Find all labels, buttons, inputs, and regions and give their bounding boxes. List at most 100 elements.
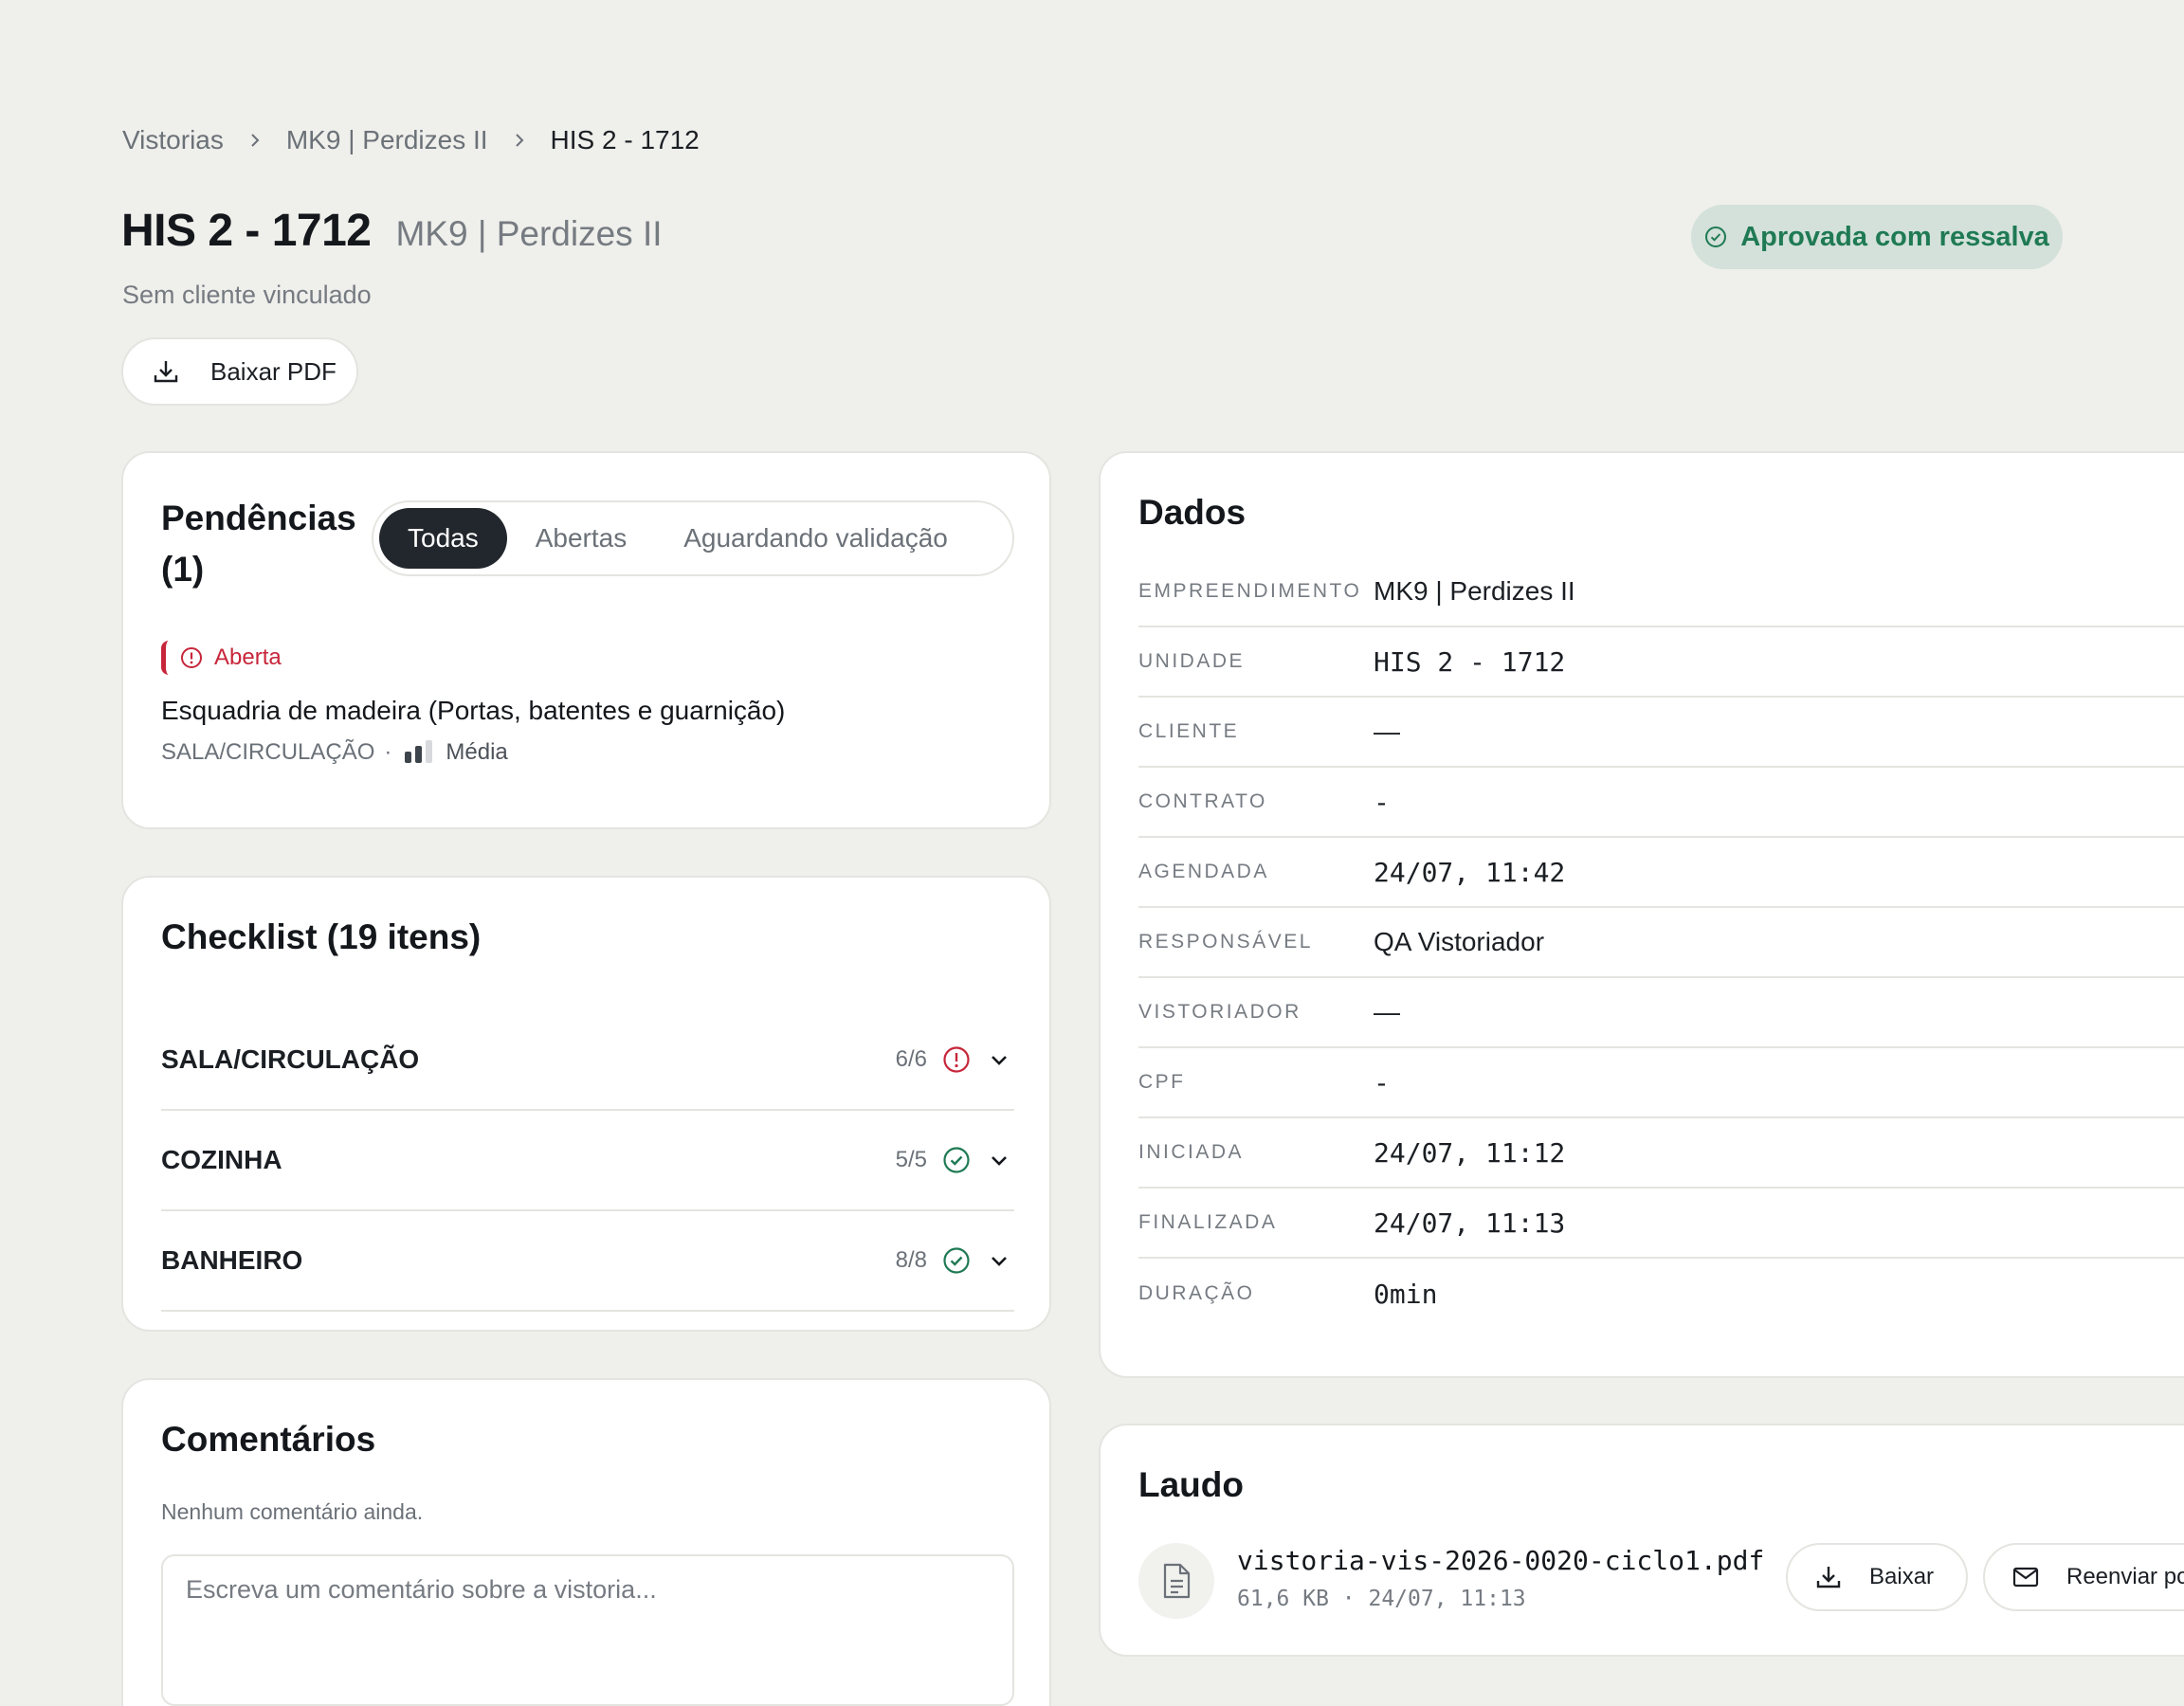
- breadcrumb: Vistorias MK9 | Perdizes II HIS 2 - 1712: [122, 121, 700, 159]
- page-header: HIS 2 - 1712 MK9 | Perdizes II: [121, 205, 663, 257]
- dados-row: INICIADA 24/07, 11:12: [1138, 1118, 2184, 1189]
- download-icon: [152, 357, 180, 386]
- chevron-right-icon: [513, 132, 526, 149]
- dados-label: CPF: [1138, 1071, 1186, 1093]
- chevron-down-icon[interactable]: [988, 1048, 1010, 1071]
- comment-input[interactable]: [161, 1554, 1014, 1706]
- checklist-row[interactable]: COZINHA 5/5: [161, 1111, 1014, 1211]
- empty-comments-text: Nenhum comentário ainda.: [161, 1499, 424, 1524]
- download-pdf-button[interactable]: Baixar PDF: [121, 337, 358, 406]
- dados-row: VISTORIADOR —: [1138, 978, 2184, 1048]
- dados-list: EMPREENDIMENTO MK9 | Perdizes II UNIDADE…: [1138, 557, 2184, 1329]
- dados-label: CONTRATO: [1138, 790, 1267, 812]
- dados-row: FINALIZADA 24/07, 11:13: [1138, 1189, 2184, 1259]
- laudo-file-name[interactable]: vistoria-vis-2026-0020-ciclo1.pdf: [1237, 1545, 1764, 1576]
- check-circle-icon: [942, 1246, 971, 1275]
- pendencia-title[interactable]: Esquadria de madeira (Portas, batentes e…: [161, 696, 785, 726]
- dados-label: EMPREENDIMENTO: [1138, 580, 1362, 602]
- file-icon: [1138, 1543, 1214, 1619]
- checklist-list: SALA/CIRCULAÇÃO 6/6 COZINHA 5/5 BANHEIRO…: [161, 1010, 1014, 1312]
- checklist-title: Checklist (19 itens): [161, 917, 482, 956]
- pendencias-title: Pendências (1): [161, 499, 356, 589]
- dados-label: CLIENTE: [1138, 720, 1240, 742]
- dados-value: —: [1374, 997, 1400, 1026]
- status-badge: Aprovada com ressalva: [1691, 205, 2063, 269]
- checklist-count: 5/5: [895, 1147, 927, 1172]
- pendencia-status: Aberta: [161, 641, 282, 675]
- checklist-row[interactable]: SALA/CIRCULAÇÃO 6/6: [161, 1010, 1014, 1111]
- dados-label: DURAÇÃO: [1138, 1282, 1255, 1304]
- alert-circle-icon: [942, 1045, 971, 1074]
- dados-row: DURAÇÃO 0min: [1138, 1259, 2184, 1329]
- checklist-count: 8/8: [895, 1247, 927, 1273]
- dados-row: CPF -: [1138, 1048, 2184, 1118]
- priority-medium-icon: [405, 740, 433, 763]
- dados-row: EMPREENDIMENTO MK9 | Perdizes II: [1138, 557, 2184, 627]
- mail-icon: [2011, 1563, 2040, 1591]
- meta-separator: ·: [384, 739, 392, 765]
- dados-value: 24/07, 11:12: [1374, 1136, 1566, 1169]
- dados-label: VISTORIADOR: [1138, 1001, 1301, 1023]
- dados-value: 24/07, 11:13: [1374, 1207, 1566, 1239]
- chevron-right-icon: [248, 132, 262, 149]
- dados-row: UNIDADE HIS 2 - 1712: [1138, 627, 2184, 698]
- download-button-label: Baixar: [1869, 1564, 1935, 1589]
- resend-email-button[interactable]: Reenviar por e-mail: [1983, 1543, 2184, 1611]
- check-circle-icon: [942, 1146, 971, 1174]
- comentarios-card: Comentários Nenhum comentário ainda.: [121, 1378, 1051, 1706]
- checklist-room-name: SALA/CIRCULAÇÃO: [161, 1044, 420, 1074]
- dados-row: CLIENTE —: [1138, 698, 2184, 768]
- comentarios-title: Comentários: [161, 1420, 376, 1459]
- status-badge-label: Aprovada com ressalva: [1740, 221, 2049, 252]
- breadcrumb-item-current: HIS 2 - 1712: [550, 125, 700, 154]
- download-pdf-label: Baixar PDF: [210, 356, 337, 386]
- dados-value: 0min: [1374, 1278, 1438, 1310]
- checklist-card: Checklist (19 itens) SALA/CIRCULAÇÃO 6/6…: [121, 876, 1051, 1332]
- pendencias-filter: Todas Abertas Aguardando validação: [372, 500, 1014, 576]
- dados-value: -: [1374, 1066, 1390, 1098]
- breadcrumb-item-empreendimento[interactable]: MK9 | Perdizes II: [286, 125, 488, 155]
- dados-label: FINALIZADA: [1138, 1211, 1278, 1233]
- chevron-down-icon[interactable]: [988, 1249, 1010, 1272]
- check-circle-icon: [1705, 227, 1727, 247]
- download-button[interactable]: Baixar: [1786, 1543, 1968, 1611]
- download-icon: [1814, 1563, 1843, 1591]
- alert-circle-icon: [181, 647, 202, 668]
- laudo-card: Laudo vistoria-vis-2026-0020-ciclo1.pdf …: [1099, 1424, 2184, 1657]
- checklist-room-name: COZINHA: [161, 1145, 282, 1174]
- dados-value: -: [1374, 786, 1390, 818]
- laudo-title: Laudo: [1138, 1465, 1244, 1504]
- dados-value: 24/07, 11:42: [1374, 856, 1566, 888]
- page-title: HIS 2 - 1712: [121, 206, 372, 256]
- pendencia-status-label: Aberta: [214, 644, 282, 670]
- checklist-row[interactable]: BANHEIRO 8/8: [161, 1211, 1014, 1312]
- dados-row: CONTRATO -: [1138, 768, 2184, 838]
- laudo-file-meta: 61,6 KB · 24/07, 11:13: [1237, 1587, 1526, 1611]
- tab-abertas[interactable]: Abertas: [507, 508, 656, 569]
- pendencias-card: Pendências (1) Todas Abertas Aguardando …: [121, 451, 1051, 829]
- tab-aguardando-validacao[interactable]: Aguardando validação: [655, 508, 976, 569]
- breadcrumb-item-vistorias[interactable]: Vistorias: [122, 125, 224, 155]
- status-accent-bar: [161, 641, 169, 675]
- client-status: Sem cliente vinculado: [122, 281, 372, 309]
- dados-label: UNIDADE: [1138, 650, 1246, 672]
- pendencia-room: SALA/CIRCULAÇÃO: [161, 739, 375, 765]
- tab-todas[interactable]: Todas: [379, 508, 507, 569]
- dados-label: INICIADA: [1138, 1141, 1245, 1163]
- dados-value: QA Vistoriador: [1374, 927, 1545, 956]
- chevron-down-icon[interactable]: [988, 1149, 1010, 1171]
- resend-email-label: Reenviar por e-mail: [2066, 1564, 2184, 1589]
- checklist-count: 6/6: [895, 1046, 927, 1072]
- dados-card: Dados EMPREENDIMENTO MK9 | Perdizes II U…: [1099, 451, 2184, 1378]
- dados-row: AGENDADA 24/07, 11:42: [1138, 838, 2184, 908]
- dados-label: RESPONSÁVEL: [1138, 931, 1313, 953]
- pendencia-priority: Média: [446, 739, 508, 765]
- dados-value: —: [1374, 717, 1400, 746]
- dados-row: RESPONSÁVEL QA Vistoriador: [1138, 908, 2184, 978]
- dados-label: AGENDADA: [1138, 861, 1269, 882]
- pendencia-meta: SALA/CIRCULAÇÃO · Média: [161, 739, 508, 766]
- page-subtitle: MK9 | Perdizes II: [395, 214, 663, 253]
- dados-value: HIS 2 - 1712: [1374, 645, 1566, 678]
- dados-value: MK9 | Perdizes II: [1374, 576, 1575, 606]
- dados-title: Dados: [1138, 493, 1247, 532]
